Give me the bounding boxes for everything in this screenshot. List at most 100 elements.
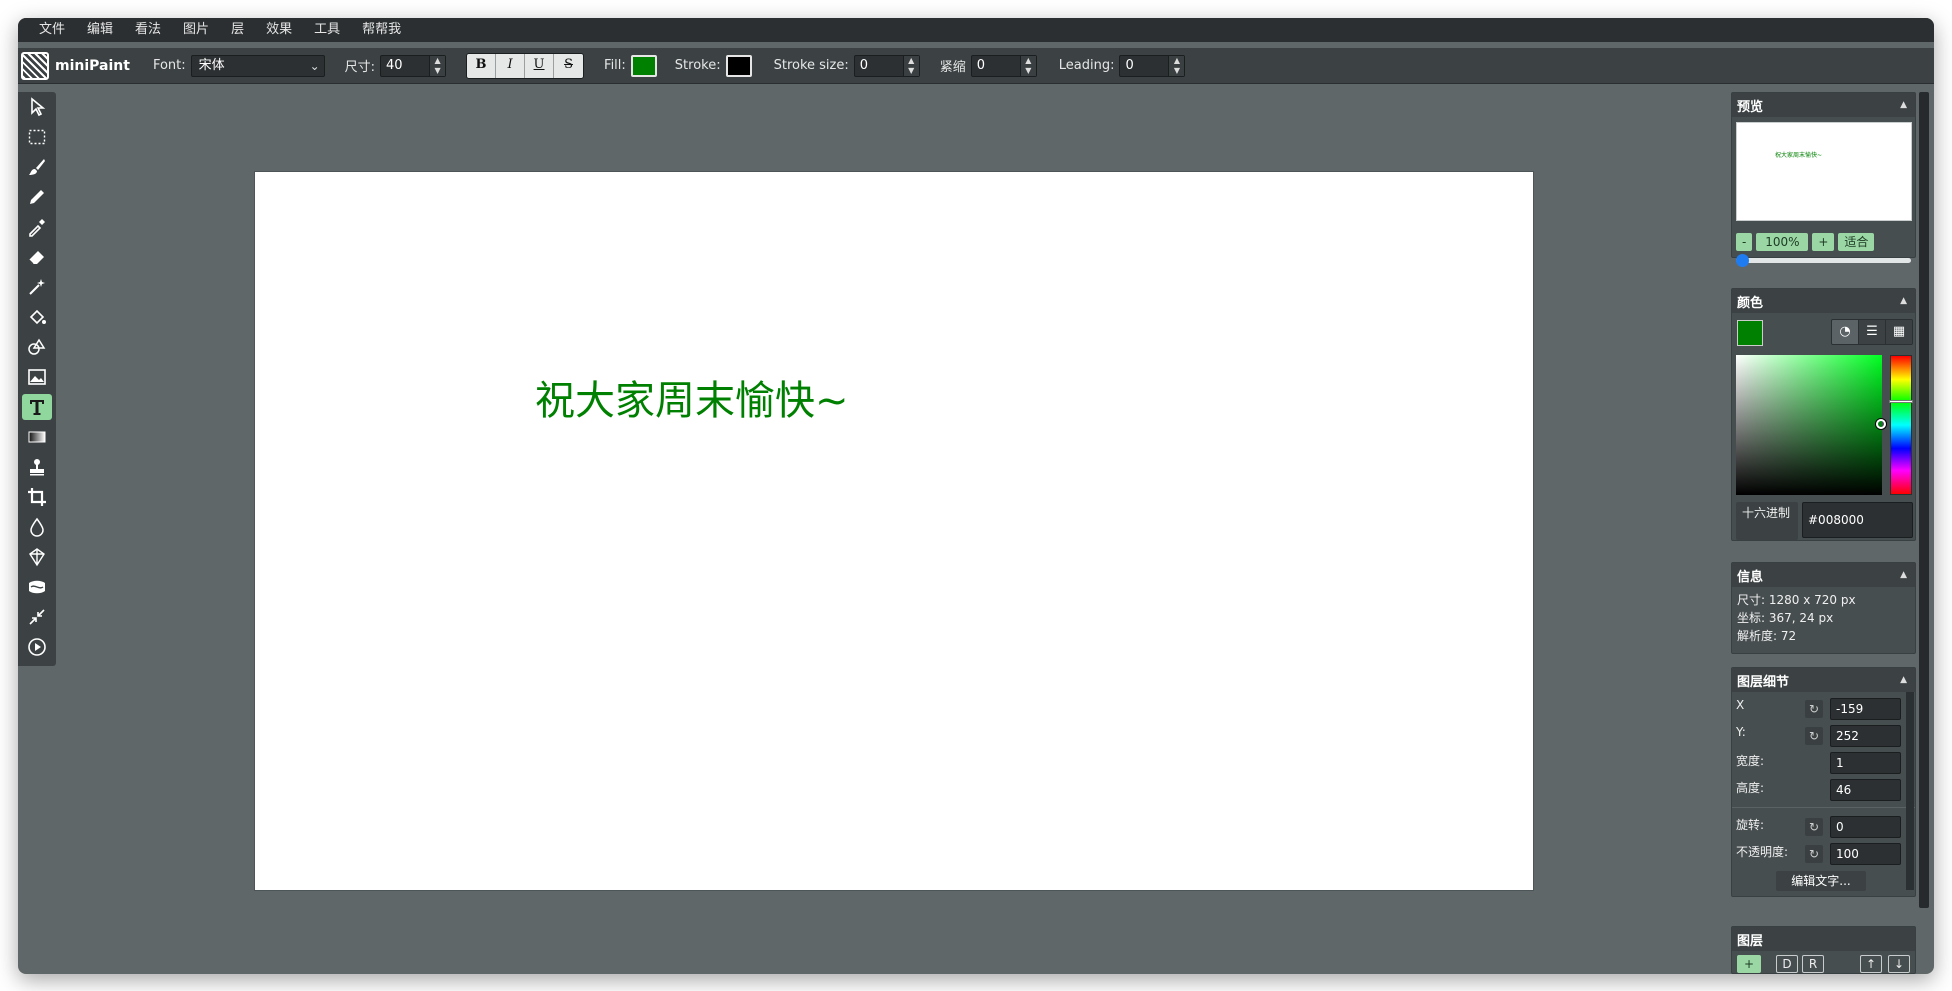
rotation-input[interactable]: 0	[1830, 816, 1901, 838]
sidebar-scrollbar[interactable]	[1919, 92, 1929, 908]
kerning-input[interactable]: 0 ▲ ▼	[970, 54, 1037, 77]
clone-stamp-icon[interactable]	[22, 454, 52, 480]
info-resolution: 解析度: 72	[1737, 629, 1797, 643]
list-icon[interactable]: ☰	[1858, 320, 1885, 344]
shapes-icon[interactable]	[22, 334, 52, 360]
eraser-icon[interactable]	[22, 244, 52, 270]
divider	[1732, 807, 1915, 808]
drawing-canvas[interactable]: 祝大家周末愉快~	[255, 172, 1533, 890]
reset-icon[interactable]: ↻	[1805, 727, 1823, 745]
fill-label: Fill:	[604, 58, 626, 73]
layers-header[interactable]: 图层	[1732, 927, 1915, 951]
raster-layer-button[interactable]: R	[1802, 955, 1824, 973]
add-layer-button[interactable]: +	[1737, 955, 1761, 973]
info-title: 信息	[1737, 569, 1764, 585]
hex-input[interactable]: #008000	[1802, 502, 1913, 538]
palette-icon[interactable]: ◔	[1832, 320, 1858, 344]
animation-play-icon[interactable]	[22, 634, 52, 660]
magic-wand-icon[interactable]	[22, 274, 52, 300]
move-layer-down-button[interactable]: ↓	[1888, 955, 1910, 973]
opacity-input[interactable]: 100	[1830, 843, 1901, 865]
reset-icon[interactable]: ↻	[1805, 845, 1823, 863]
zoom-slider[interactable]	[1736, 254, 1911, 267]
panel-scrollbar[interactable]	[1906, 692, 1914, 890]
crop-icon[interactable]	[22, 484, 52, 510]
size-label: 尺寸:	[344, 60, 376, 75]
zoom-in-button[interactable]: +	[1812, 233, 1835, 251]
color-header[interactable]: 颜色 ▲	[1732, 289, 1915, 313]
text-format-group: B I U S	[466, 52, 585, 79]
reset-icon[interactable]: ↻	[1805, 818, 1823, 836]
gradient-icon[interactable]	[22, 424, 52, 450]
collapse-icon[interactable]: ▲	[1900, 296, 1907, 306]
kerning-value: 0	[976, 57, 986, 73]
fill-bucket-icon[interactable]	[22, 304, 52, 330]
spinner-icon[interactable]: ▲ ▼	[1019, 55, 1036, 76]
text-icon[interactable]	[22, 394, 52, 420]
menu-edit[interactable]: 编辑	[76, 18, 124, 42]
menu-tools[interactable]: 工具	[303, 18, 351, 42]
image-icon[interactable]	[22, 364, 52, 390]
hue-slider[interactable]	[1889, 355, 1913, 495]
saturation-picker[interactable]	[1736, 355, 1886, 495]
collapse-icon[interactable]: ▲	[1900, 570, 1907, 580]
menu-view[interactable]: 看法	[124, 18, 172, 42]
menu-layer[interactable]: 层	[220, 18, 255, 42]
preview-panel: 预览 ▲ 祝大家周末愉快~ - 100% + 适合	[1731, 92, 1916, 267]
brush-icon[interactable]	[22, 154, 52, 180]
stroke-size-input[interactable]: 0 ▲ ▼	[853, 54, 920, 77]
current-color-swatch[interactable]	[1737, 320, 1763, 346]
zoom-level[interactable]: 100%	[1756, 233, 1809, 251]
underline-button[interactable]: U	[525, 53, 555, 78]
zoom-out-button[interactable]: -	[1736, 233, 1753, 251]
preview-title: 预览	[1737, 99, 1764, 115]
right-sidebar: 预览 ▲ 祝大家周末愉快~ - 100% + 适合 颜色 ▲ ◔ ☰ ▦ 十六进…	[1731, 92, 1916, 974]
spinner-icon[interactable]: ▲ ▼	[1168, 55, 1185, 76]
sharpen-icon[interactable]	[22, 544, 52, 570]
resize-icon[interactable]	[22, 604, 52, 630]
fill-color-swatch[interactable]	[630, 54, 657, 77]
italic-button[interactable]: I	[496, 53, 526, 78]
select-arrow-icon[interactable]	[22, 94, 52, 120]
menu-image[interactable]: 图片	[172, 18, 220, 42]
bold-button[interactable]: B	[467, 53, 497, 78]
info-header[interactable]: 信息 ▲	[1732, 563, 1915, 587]
grid-icon[interactable]: ▦	[1885, 320, 1912, 344]
zoom-fit-button[interactable]: 适合	[1838, 233, 1875, 251]
canvas-text-layer[interactable]: 祝大家周末愉快~	[535, 368, 849, 426]
strikethrough-button[interactable]: S	[554, 53, 584, 78]
menu-help[interactable]: 帮帮我	[351, 18, 412, 42]
width-input[interactable]: 1	[1830, 752, 1901, 774]
collapse-icon[interactable]: ▲	[1900, 675, 1907, 685]
move-layer-up-button[interactable]: ↑	[1860, 955, 1882, 973]
saturation-cursor[interactable]	[1876, 419, 1886, 429]
rectangle-select-icon[interactable]	[22, 124, 52, 150]
spinner-icon[interactable]: ▲ ▼	[902, 55, 919, 76]
hex-label: 十六进制	[1736, 502, 1798, 540]
edit-text-button[interactable]: 编辑文字...	[1776, 871, 1866, 891]
collapse-icon[interactable]: ▲	[1900, 100, 1907, 110]
hue-cursor[interactable]	[1889, 400, 1913, 403]
leading-input[interactable]: 0 ▲ ▼	[1119, 54, 1186, 77]
y-input[interactable]: 252	[1830, 725, 1901, 747]
height-input[interactable]: 46	[1830, 779, 1901, 801]
color-picker-icon[interactable]	[22, 214, 52, 240]
zoom-slider-thumb[interactable]	[1736, 254, 1749, 267]
stroke-color-swatch[interactable]	[725, 54, 752, 77]
blur-drop-icon[interactable]	[22, 514, 52, 540]
menu-effects[interactable]: 效果	[255, 18, 303, 42]
size-value: 40	[386, 57, 403, 73]
layer-details-header[interactable]: 图层细节 ▲	[1732, 668, 1915, 692]
spinner-icon[interactable]: ▲ ▼	[429, 55, 446, 76]
font-select[interactable]: 宋体 ⌄	[190, 54, 325, 77]
menu-file[interactable]: 文件	[28, 18, 76, 42]
reset-icon[interactable]: ↻	[1805, 700, 1823, 718]
duplicate-layer-button[interactable]: D	[1776, 955, 1798, 973]
x-input[interactable]: -159	[1830, 698, 1901, 720]
size-input[interactable]: 40 ▲ ▼	[380, 54, 447, 77]
bulge-icon[interactable]	[22, 574, 52, 600]
preview-thumbnail[interactable]: 祝大家周末愉快~	[1736, 122, 1912, 221]
font-select-value: 宋体	[198, 57, 225, 73]
pencil-icon[interactable]	[22, 184, 52, 210]
preview-header[interactable]: 预览 ▲	[1732, 93, 1915, 117]
